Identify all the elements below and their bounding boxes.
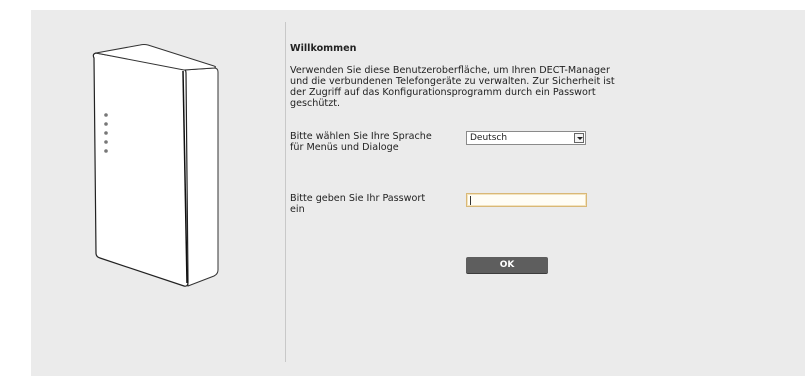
language-label: Bitte wählen Sie Ihre Sprache für Menüs … xyxy=(290,131,460,153)
password-label: Bitte geben Sie Ihr Passwort ein xyxy=(290,193,460,215)
language-label-line: Bitte wählen Sie Ihre Sprache xyxy=(290,131,432,142)
language-label-line: für Menüs und Dialoge xyxy=(290,142,399,153)
text-cursor xyxy=(470,196,471,205)
language-select-value: Deutsch xyxy=(470,133,508,143)
welcome-section: Willkommen Verwenden Sie diese Benutzero… xyxy=(290,43,670,274)
welcome-title: Willkommen xyxy=(290,43,357,54)
intro-line: der Zugriff auf das Konfigurationsprogra… xyxy=(290,87,596,98)
dropdown-arrow-icon[interactable] xyxy=(574,133,584,143)
led-indicator xyxy=(104,131,108,135)
ok-button[interactable]: OK xyxy=(466,257,548,274)
intro-line: Verwenden Sie diese Benutzeroberfläche, … xyxy=(290,65,610,76)
password-field[interactable] xyxy=(466,193,587,207)
led-indicator xyxy=(104,140,108,144)
led-indicator xyxy=(104,122,108,126)
language-select[interactable]: Deutsch xyxy=(466,131,586,145)
led-indicator xyxy=(104,113,108,117)
password-label-line: Bitte geben Sie Ihr Passwort xyxy=(290,193,426,204)
vertical-divider xyxy=(285,22,286,362)
intro-line: und die verbundenen Telefongeräte zu ver… xyxy=(290,76,615,87)
password-label-line: ein xyxy=(290,204,305,215)
welcome-intro: Verwenden Sie diese Benutzeroberfläche, … xyxy=(290,65,670,109)
intro-line: geschützt. xyxy=(290,98,341,109)
led-indicator xyxy=(104,149,108,153)
dect-manager-device-illustration xyxy=(92,44,219,287)
